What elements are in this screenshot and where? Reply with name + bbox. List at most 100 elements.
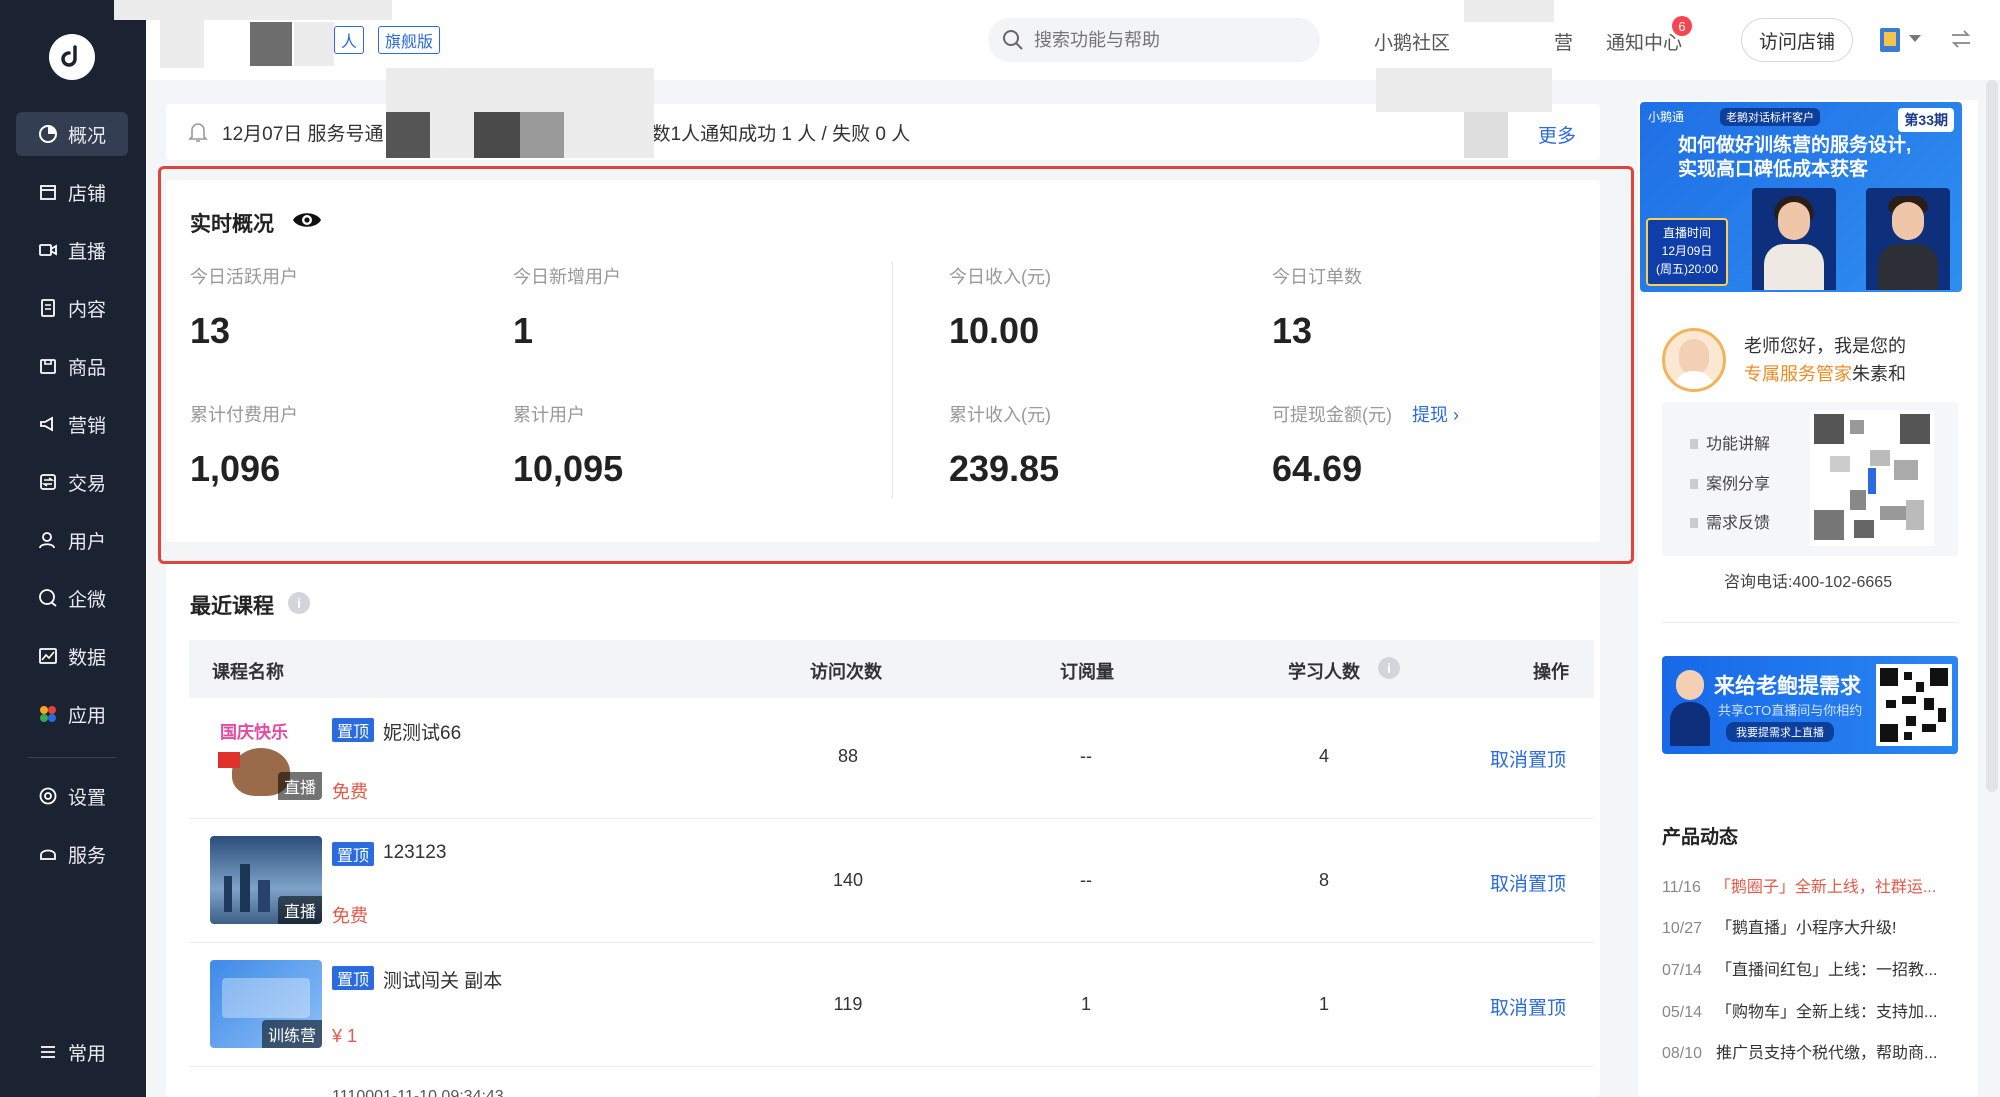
unpin-button[interactable]: 取消置顶 <box>1490 869 1566 896</box>
nav-item-trade[interactable]: 交易 <box>16 460 128 504</box>
visit-count: 88 <box>837 746 859 766</box>
thumbnail-tag: 直播 <box>277 772 322 800</box>
promo-banner[interactable]: 小鹅通 老鹅对话标杆客户 第33期 如何做好训练营的服务设计, 实现高口碑低成本… <box>1640 102 1962 292</box>
news-item[interactable]: 07/14 「直播间红包」上线：一招教... <box>1662 956 1958 980</box>
body-shape <box>1878 244 1938 290</box>
course-name[interactable]: 测试闯关 副本 <box>383 966 502 993</box>
metric-label: 可提现金额(元) <box>1272 405 1392 425</box>
nav-label: 数据 <box>68 647 107 669</box>
redacted-area <box>250 22 292 66</box>
service-manager-label: 专属服务管家 <box>1744 364 1852 384</box>
store-avatar-icon[interactable] <box>1878 26 1902 54</box>
feedback-banner-title: 来给老鲍提需求 <box>1714 675 1861 698</box>
news-date: 05/14 <box>1662 1004 1703 1021</box>
logo-icon <box>61 45 77 67</box>
info-icon[interactable]: i <box>288 592 310 614</box>
notice-text-suffix: 数1人通知成功 1 人 / 失败 0 人 <box>651 123 911 145</box>
metric-label: 今日订单数 <box>1272 267 1362 287</box>
course-name[interactable]: 123123 <box>383 842 446 864</box>
row-divider <box>189 818 1594 819</box>
tag-flagship[interactable]: 旗舰版 <box>378 26 441 54</box>
info-icon[interactable]: i <box>1378 657 1400 679</box>
course-thumbnail[interactable]: 国庆快乐 直播 <box>210 712 322 800</box>
news-text: 推广员支持个税代缴，帮助商... <box>1716 1045 1938 1062</box>
nav-item-live[interactable]: 直播 <box>16 228 128 272</box>
nav-item-apps[interactable]: 应用 <box>16 692 128 736</box>
nav-item-content[interactable]: 内容 <box>16 286 128 330</box>
column-header: 课程名称 <box>212 662 284 682</box>
search-input[interactable] <box>1034 29 1294 51</box>
sidebar-divider <box>1662 622 1958 623</box>
switch-icon[interactable] <box>1950 28 1972 50</box>
news-text: 「直播间红包」上线：一招教... <box>1716 962 1938 979</box>
search-box[interactable] <box>988 18 1320 62</box>
feedback-banner[interactable]: 来给老鲍提需求 共享CTO直播间与你相约 我要提需求上直播 <box>1662 656 1958 754</box>
news-item[interactable]: 10/27 「鹅直播」小程序大升级! <box>1662 914 1958 938</box>
nav-item-user[interactable]: 用户 <box>16 518 128 562</box>
course-name[interactable]: 妮测试66 <box>383 718 461 745</box>
nav-item-settings[interactable]: 设置 <box>16 774 128 818</box>
nav-label: 直播 <box>68 241 107 263</box>
chevron-down-icon[interactable] <box>1908 34 1922 44</box>
nav-item-marketing[interactable]: 营销 <box>16 402 128 446</box>
learner-count: 4 <box>1318 746 1329 766</box>
course-thumbnail[interactable]: 直播 <box>210 836 322 924</box>
screen-illustration <box>222 978 310 1018</box>
unpin-button[interactable]: 取消置顶 <box>1490 745 1566 772</box>
news-item[interactable]: 11/16 「鹅圈子」全新上线，社群运... <box>1662 873 1958 897</box>
news-item[interactable]: 05/14 「购物车」全新上线：支持加... <box>1662 998 1958 1022</box>
live-label: 直播时间 <box>1662 226 1711 240</box>
qr-code-icon[interactable] <box>1876 664 1952 746</box>
redacted-area <box>160 20 204 68</box>
partial-row-text: 1110001-11-10 09:34:43 <box>332 1088 504 1097</box>
notice-more-link[interactable]: 更多 <box>1538 121 1576 148</box>
feedback-banner-button[interactable]: 我要提需求上直播 <box>1726 722 1834 742</box>
news-item[interactable]: 08/10 推广员支持个税代缴，帮助商... <box>1662 1039 1958 1063</box>
subscription-count: 1 <box>1080 994 1091 1014</box>
metric-label: 累计收入(元) <box>949 405 1051 425</box>
nav-label: 商品 <box>68 357 107 379</box>
nav-item-goods[interactable]: 商品 <box>16 344 128 388</box>
course-thumbnail[interactable]: 训练营 <box>210 960 322 1048</box>
app-logo[interactable] <box>49 34 95 80</box>
store-icon <box>38 182 58 202</box>
learner-count: 1 <box>1318 994 1329 1014</box>
metric-value: 1 <box>513 310 534 351</box>
community-link[interactable]: 小鹅社区 <box>1374 28 1450 55</box>
metric-label: 今日收入(元) <box>949 267 1051 287</box>
visit-count: 140 <box>832 870 864 890</box>
nav-item-data[interactable]: 数据 <box>16 634 128 678</box>
visit-store-button[interactable]: 访问店铺 <box>1741 18 1853 62</box>
qr-code-icon[interactable] <box>1810 410 1934 546</box>
scrollbar[interactable] <box>1986 80 1998 792</box>
eye-icon[interactable] <box>292 210 322 230</box>
redacted-area <box>1376 68 1552 112</box>
unpin-button[interactable]: 取消置顶 <box>1490 993 1566 1020</box>
mascot-head <box>1676 670 1704 700</box>
pin-badge: 置顶 <box>332 718 375 742</box>
nav-item-service[interactable]: 服务 <box>16 832 128 876</box>
withdraw-link[interactable]: 提现 › <box>1412 401 1459 427</box>
course-price: 免费 <box>332 906 368 926</box>
tag-personal: 人 <box>334 26 365 54</box>
notification-center[interactable]: 通知中心 <box>1606 28 1682 55</box>
nav-item-wecom[interactable]: 企微 <box>16 576 128 620</box>
bell-icon <box>188 123 208 142</box>
frequent-icon <box>38 1042 58 1062</box>
service-icon <box>38 844 58 864</box>
partial-link[interactable]: 营 <box>1554 28 1573 55</box>
banner-issue: 第33期 <box>1898 108 1954 132</box>
trade-icon <box>38 472 58 492</box>
column-header: 学习人数 <box>1288 662 1360 682</box>
nav-item-overview[interactable]: 概况 <box>16 112 128 156</box>
notification-badge: 6 <box>1672 16 1692 36</box>
nav-label: 概况 <box>68 125 107 147</box>
pin-badge: 置顶 <box>332 842 375 866</box>
nav-label: 店铺 <box>68 183 107 205</box>
metric-value: 239.85 <box>949 448 1060 489</box>
speaker-photo <box>1752 188 1836 290</box>
face-shape <box>1778 202 1810 240</box>
nav-item-frequent[interactable]: 常用 <box>16 1030 128 1074</box>
thumbnail-tag: 直播 <box>277 896 322 924</box>
nav-item-store[interactable]: 店铺 <box>16 170 128 214</box>
